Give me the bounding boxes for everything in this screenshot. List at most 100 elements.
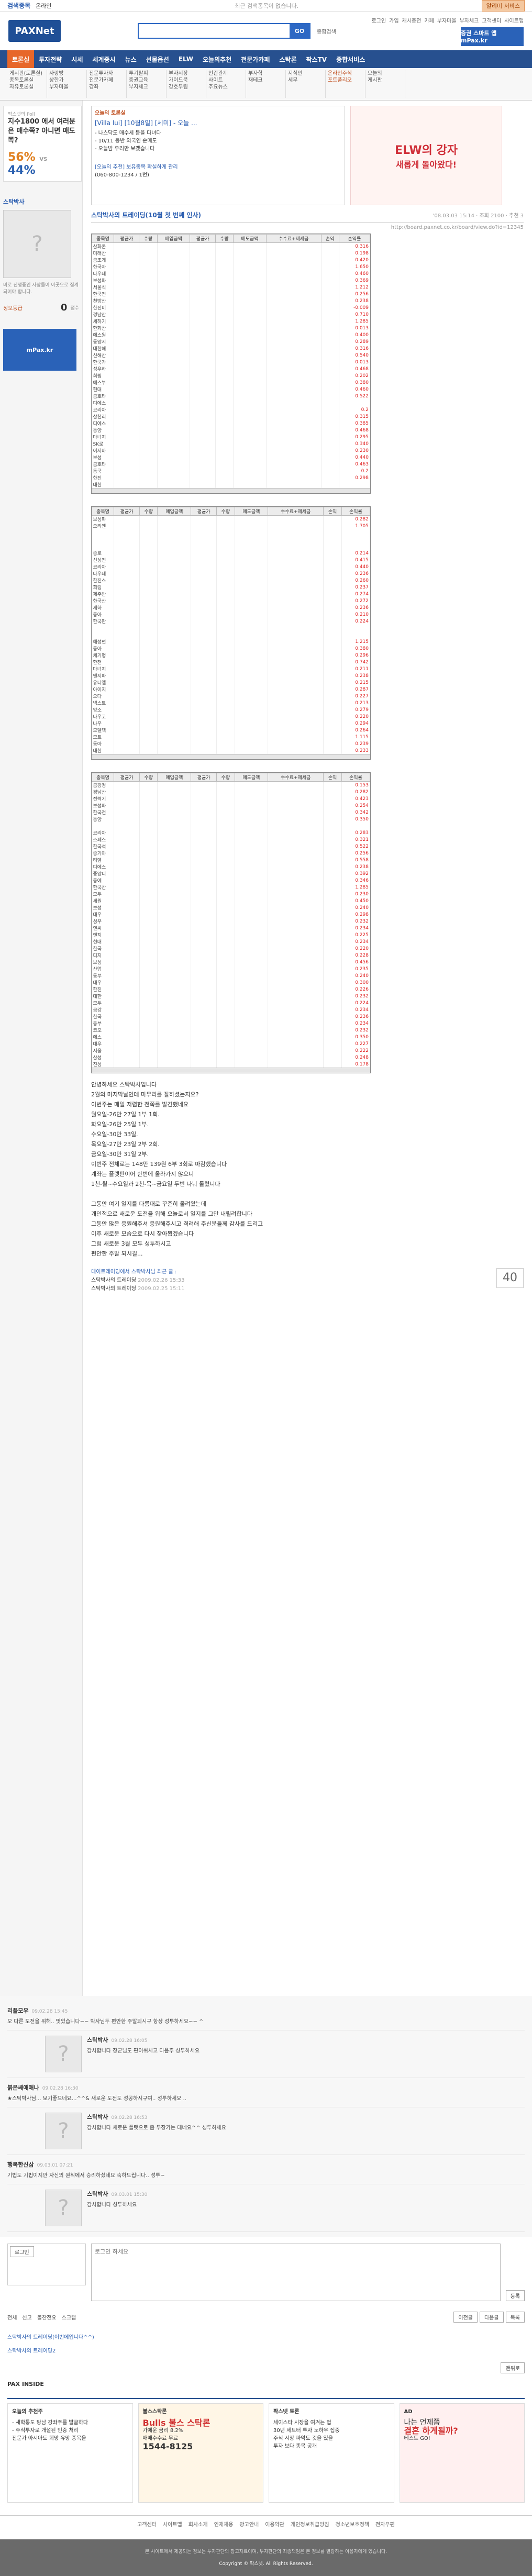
paxnet-logo[interactable]: PAXNet: [8, 20, 61, 42]
h-scrollbar[interactable]: [92, 1068, 370, 1073]
pax-col-board[interactable]: 팍스넷 토론 세이스타 시장을 여겨는 법 30년 세트터 투자 노하우 집중 …: [269, 2403, 394, 2503]
sub-item[interactable]: 부자체크: [129, 84, 148, 90]
footer-link[interactable]: 회사소개: [189, 2520, 208, 2528]
footer-link[interactable]: 광고안내: [239, 2520, 259, 2528]
footer-link[interactable]: 인재채용: [214, 2520, 234, 2528]
prev-post-link[interactable]: 스탁박사의 트레이딩(이번에입니다^^): [7, 2335, 94, 2340]
author-nick[interactable]: 스탁박사: [3, 197, 79, 206]
sub-item[interactable]: 상한가: [49, 77, 64, 83]
sub-item[interactable]: 게시판: [368, 77, 382, 83]
post-url[interactable]: http://board.paxnet.co.kr/board/view.do?…: [91, 225, 524, 230]
nav-board[interactable]: 토론실: [7, 50, 35, 68]
sub-item[interactable]: 가이드북: [169, 77, 188, 83]
sub-item[interactable]: 부자시장: [169, 71, 188, 76]
util-village[interactable]: 부자마을: [437, 16, 457, 24]
commenter-name[interactable]: 스탁박사: [87, 2191, 108, 2197]
nav-futures[interactable]: 선물옵션: [141, 55, 174, 64]
h-scrollbar[interactable]: [92, 488, 370, 493]
h-scrollbar[interactable]: [92, 754, 370, 759]
nav-quote[interactable]: 시세: [66, 55, 87, 64]
util-cafe[interactable]: 카페: [424, 16, 434, 24]
sub-item[interactable]: 사랑방: [49, 71, 64, 76]
prev-button[interactable]: 이전글: [453, 2312, 478, 2323]
util-cs[interactable]: 고객센터: [482, 16, 501, 24]
sub-item[interactable]: 종목토론실: [9, 77, 34, 83]
alert-button[interactable]: 알리미 서비스: [481, 0, 525, 12]
sub-item[interactable]: 증권교육: [129, 77, 148, 83]
poll-box[interactable]: 팍스넷의 Poll 지수1800 에서 여러분은 매수쪽? 아니면 매도쪽? 5…: [3, 106, 82, 182]
footer-link[interactable]: 사이트맵: [163, 2520, 182, 2528]
list-button[interactable]: 목록: [505, 2312, 525, 2323]
nav-stockloan[interactable]: 스탁론: [274, 55, 301, 64]
sub-item[interactable]: 온라인주식: [328, 71, 352, 76]
sub-item[interactable]: 투기탈피: [129, 71, 148, 76]
related-item[interactable]: 스탁박사의 트레이딩: [91, 1278, 136, 1283]
sub-item[interactable]: 주요뉴스: [208, 84, 228, 90]
related-item[interactable]: 스탁박사의 트레이딩: [91, 1286, 136, 1292]
util-sitemap[interactable]: 사이트맵: [504, 16, 524, 24]
sub-item[interactable]: 부자학: [248, 71, 263, 76]
recommend-score[interactable]: 40: [496, 1268, 524, 1288]
integrated-search-link[interactable]: 종합검색: [317, 27, 336, 35]
comment-input[interactable]: [91, 2244, 501, 2301]
nav-recommend[interactable]: 오늘의추천: [198, 55, 236, 64]
sub-item[interactable]: 오늘의: [368, 71, 382, 76]
nav-world[interactable]: 세계증시: [87, 55, 120, 64]
nav-expert[interactable]: 전문가카페: [236, 55, 274, 64]
login-button[interactable]: 로그인: [10, 2246, 34, 2257]
search-button[interactable]: GO: [290, 24, 309, 38]
util-join[interactable]: 가입: [389, 16, 398, 24]
sheet-cell: [114, 597, 140, 604]
util-check[interactable]: 부자체크: [460, 16, 479, 24]
elw-ad-banner[interactable]: ELW의 강자 새롭게 돌아왔다!: [350, 106, 502, 205]
commenter-name[interactable]: 스탁박사: [87, 2114, 108, 2120]
hot-title[interactable]: [Villa lui] [10월8일] [세미] - 오늘 ...: [95, 119, 341, 127]
sub-item[interactable]: 전문투자자: [89, 71, 113, 76]
next-post-link[interactable]: 스탁박사의 트레이딩2: [7, 2348, 56, 2354]
commenter-name[interactable]: 행복한신삼: [7, 2161, 34, 2168]
sub-item[interactable]: 재테크: [248, 77, 263, 83]
nav-elw[interactable]: ELW: [174, 55, 198, 63]
footer-link[interactable]: 청소년보호정책: [336, 2520, 369, 2528]
nav-services[interactable]: 종합서비스: [331, 55, 370, 64]
sub-item[interactable]: 사이트: [208, 77, 223, 83]
footer-link[interactable]: 이용약관: [265, 2520, 284, 2528]
hot-topic[interactable]: 오늘의 토론실 [Villa lui] [10월8일] [세미] - 오늘 ..…: [91, 106, 345, 205]
footer-link[interactable]: 개인정보취급방침: [291, 2520, 329, 2528]
util-login[interactable]: 로그인: [372, 16, 386, 24]
register-button[interactable]: 등록: [505, 2290, 525, 2301]
sub-item[interactable]: 강호무림: [169, 84, 188, 90]
pax-col-bulls[interactable]: 불스스탁론 Bulls 불스 스탁론 가에운 금리 8.2% 매매수수료 무료 …: [138, 2403, 263, 2503]
sub-item[interactable]: 인간관계: [208, 71, 228, 76]
commenter-name[interactable]: 리플모우: [7, 2007, 28, 2014]
action-all[interactable]: 전체: [7, 2313, 17, 2321]
next-button[interactable]: 다음글: [479, 2312, 504, 2323]
sidebar-mpax-ad[interactable]: mPax.kr: [3, 329, 76, 371]
nav-strategy[interactable]: 투자전략: [34, 55, 66, 64]
sub-item[interactable]: 지식인: [288, 71, 303, 76]
sub-item[interactable]: 게시판(토론실): [9, 71, 42, 76]
profit-rate: 0.238: [341, 672, 371, 679]
action-scrap[interactable]: 스크랩: [62, 2313, 76, 2321]
commenter-name[interactable]: 스탁박사: [87, 2037, 108, 2044]
mpax-ad[interactable]: 증권 스마트 앱 mPax.kr: [461, 27, 524, 46]
util-cash[interactable]: 캐시충전: [402, 16, 422, 24]
search-input[interactable]: [139, 24, 290, 38]
sub-item[interactable]: 자유토론실: [9, 84, 34, 90]
action-like[interactable]: 볼찬전요: [37, 2313, 57, 2321]
sub-item[interactable]: 부자마을: [49, 84, 69, 90]
footer-link[interactable]: 전자우편: [375, 2520, 395, 2528]
footer-link[interactable]: 고객센터: [137, 2520, 157, 2528]
action-report[interactable]: 신고: [22, 2313, 31, 2321]
pax-col-recommend[interactable]: 오늘의 추천주 - 새학통도 탕남 강좌주를 발굴하다 - 주식투자로 개설된 …: [7, 2403, 133, 2503]
top-button[interactable]: 맨위로: [501, 2362, 525, 2373]
sub-item[interactable]: 세무: [288, 77, 297, 83]
nav-paxtv[interactable]: 팍스TV: [302, 55, 332, 64]
nav-news[interactable]: 뉴스: [120, 55, 141, 64]
sub-item[interactable]: 포트폴리오: [328, 77, 352, 83]
pax-col-ad[interactable]: AD 나는 언제쯤 결혼 하게될까? 테스트 GO!: [399, 2403, 525, 2503]
hot-sub[interactable]: [오늘의 추천] 보유종목 확실하게 관리: [95, 163, 341, 171]
sub-item[interactable]: 강좌: [89, 84, 98, 90]
commenter-name[interactable]: 붉은쌔애애나: [7, 2084, 39, 2091]
sub-item[interactable]: 전문가카페: [89, 77, 113, 83]
